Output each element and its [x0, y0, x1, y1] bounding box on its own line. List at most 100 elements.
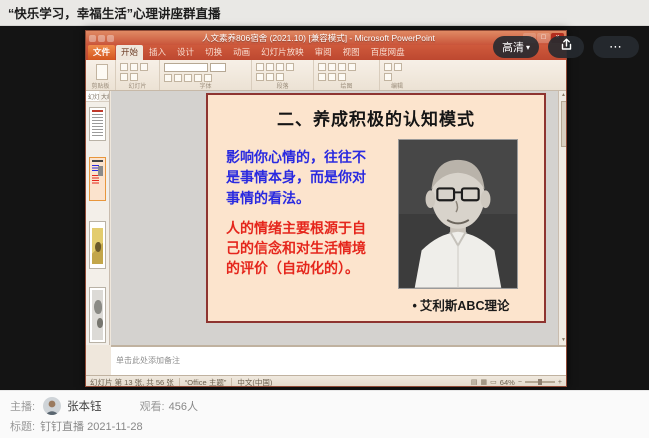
- scrollbar-thumb[interactable]: [561, 101, 567, 147]
- ribbon-group-drawing: 绘图: [314, 60, 380, 90]
- shape-outline-button[interactable]: [338, 73, 346, 81]
- align-left-button[interactable]: [276, 63, 284, 71]
- powerpoint-window: 人文素养806宿舍 (2021.10) [兼容模式] - Microsoft P…: [85, 30, 567, 387]
- slideshow-icon[interactable]: ▭: [490, 378, 497, 386]
- thumbnail-preview: [92, 290, 103, 340]
- shape-arrow-button[interactable]: [338, 63, 346, 71]
- font-size-select[interactable]: [210, 63, 226, 72]
- slide-thumbnail-13-selected[interactable]: [89, 157, 106, 201]
- tab-home[interactable]: 开始: [116, 45, 143, 60]
- slide-blue-textbox: 影响你心情的，往往不是事情本身，而是你对事情的看法。: [226, 147, 368, 208]
- ribbon: 剪贴板 幻灯片 字体 段落: [86, 60, 566, 91]
- align-center-button[interactable]: [286, 63, 294, 71]
- tab-view[interactable]: 视图: [338, 45, 365, 60]
- language-indicator: 中文(中国): [237, 377, 272, 388]
- zoom-in-icon[interactable]: +: [558, 379, 562, 386]
- slides-extra-button[interactable]: [130, 73, 138, 81]
- save-icon[interactable]: [98, 35, 105, 42]
- tab-animations[interactable]: 动画: [228, 45, 255, 60]
- columns-button[interactable]: [276, 73, 284, 81]
- tab-insert[interactable]: 插入: [144, 45, 171, 60]
- thumbnail-preview: [92, 228, 103, 264]
- more-button[interactable]: ⋯: [593, 36, 639, 58]
- justify-button[interactable]: [266, 73, 274, 81]
- ribbon-group-font: 字体: [160, 60, 252, 90]
- share-button[interactable]: [548, 36, 584, 58]
- tab-transitions[interactable]: 切换: [200, 45, 227, 60]
- align-right-button[interactable]: [256, 73, 264, 81]
- reset-button[interactable]: [140, 63, 148, 71]
- slides-pane: 幻灯片 大纲: [86, 91, 110, 345]
- quick-access-toolbar: [89, 35, 114, 42]
- section-button[interactable]: [120, 73, 128, 81]
- shape-rect-button[interactable]: [318, 63, 326, 71]
- page-header: “快乐学习，幸福生活”心理讲座群直播: [0, 0, 649, 26]
- quality-button[interactable]: 高清 ▾: [493, 36, 539, 58]
- font-name-select[interactable]: [164, 63, 208, 72]
- video-stage: 人文素养806宿舍 (2021.10) [兼容模式] - Microsoft P…: [0, 26, 649, 390]
- slide-edit-area: 二、养成积极的认知模式 影响你心情的，往往不是事情本身，而是你对事情的看法。 人…: [111, 91, 558, 345]
- shape-fill-button[interactable]: [328, 73, 336, 81]
- pane-tabs: 幻灯片 大纲: [86, 91, 109, 102]
- current-slide[interactable]: 二、养成积极的认知模式 影响你心情的，往往不是事情本身，而是你对事情的看法。 人…: [206, 93, 546, 323]
- ribbon-group-editing: 编辑: [380, 60, 414, 90]
- layout-button[interactable]: [130, 63, 138, 71]
- scroll-up-icon[interactable]: ▲: [559, 91, 567, 100]
- slides-pane-tab[interactable]: 幻灯片: [86, 91, 99, 101]
- theme-name: “Office 主题”: [185, 377, 227, 388]
- host-label: 主播:: [10, 398, 35, 414]
- caption-text: 艾利斯ABC理论: [420, 299, 510, 313]
- zoom-slider[interactable]: [525, 381, 555, 383]
- viewers-label: 观看:: [140, 398, 165, 414]
- thumbnail-preview: [92, 114, 103, 138]
- select-button[interactable]: [384, 73, 392, 81]
- slide-thumbnail-12[interactable]: [89, 107, 106, 141]
- tab-file[interactable]: 文件: [88, 45, 115, 60]
- normal-view-icon[interactable]: ▤: [471, 378, 478, 386]
- notes-placeholder: 单击此处添加备注: [116, 356, 180, 365]
- page-title: “快乐学习，幸福生活”心理讲座群直播: [8, 3, 221, 22]
- tab-slideshow[interactable]: 幻灯片放映: [256, 45, 309, 60]
- stream-title: 钉钉直播 2021-11-28: [40, 418, 143, 434]
- player-controls: 高清 ▾ ⋯: [493, 36, 639, 58]
- find-button[interactable]: [384, 63, 392, 71]
- zoom-out-icon[interactable]: −: [518, 379, 522, 386]
- ribbon-group-clipboard: 剪贴板: [86, 60, 116, 90]
- tab-design[interactable]: 设计: [172, 45, 199, 60]
- thumbnail-preview: [98, 166, 103, 176]
- slide-title: 二、养成积极的认知模式: [208, 105, 544, 130]
- host-row: 主播: 张本钰 观看: 456人: [10, 397, 198, 415]
- host-name: 张本钰: [67, 398, 102, 414]
- slide-scrollbar[interactable]: ▲ ▼: [558, 91, 567, 345]
- slide-thumbnail-15[interactable]: [89, 287, 106, 343]
- stream-info-footer: 主播: 张本钰 观看: 456人 标题: 钉钉直播 2021-11-28: [0, 390, 649, 438]
- zoom-knob[interactable]: [538, 379, 542, 385]
- slide-caption: •艾利斯ABC理论: [386, 295, 536, 314]
- replace-button[interactable]: [394, 63, 402, 71]
- new-slide-button[interactable]: [120, 63, 128, 71]
- slide-sorter-icon[interactable]: ▦: [481, 378, 488, 386]
- arrange-button[interactable]: [348, 63, 356, 71]
- host-avatar: [43, 397, 61, 415]
- viewers: 观看: 456人: [140, 398, 198, 414]
- thumbnail-preview: [92, 175, 99, 185]
- quick-styles-button[interactable]: [318, 73, 326, 81]
- caption-bullet: •: [413, 299, 417, 313]
- ribbon-group-paragraph: 段落: [252, 60, 314, 90]
- undo-icon[interactable]: [107, 35, 114, 42]
- viewers-count: 456人: [169, 398, 198, 414]
- numbering-button[interactable]: [266, 63, 274, 71]
- albert-ellis-photo: [398, 139, 518, 289]
- notes-pane[interactable]: 单击此处添加备注: [111, 345, 567, 375]
- share-icon: [560, 38, 573, 56]
- paste-button[interactable]: [96, 64, 108, 80]
- shape-circle-button[interactable]: [328, 63, 336, 71]
- window-title: 人文素养806宿舍 (2021.10) [兼容模式] - Microsoft P…: [114, 31, 523, 45]
- tab-baidu-netdisk[interactable]: 百度网盘: [366, 45, 410, 60]
- scroll-down-icon[interactable]: ▼: [559, 336, 567, 345]
- app-icon: [89, 35, 96, 42]
- outline-pane-tab[interactable]: 大纲: [99, 91, 109, 101]
- tab-review[interactable]: 审阅: [310, 45, 337, 60]
- slide-thumbnail-14[interactable]: [89, 221, 106, 269]
- bullets-button[interactable]: [256, 63, 264, 71]
